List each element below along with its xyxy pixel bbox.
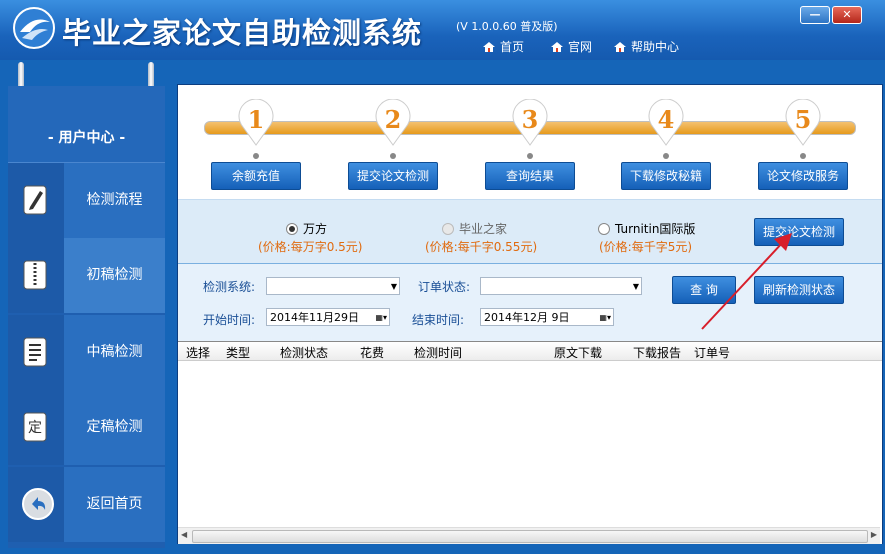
home-icon bbox=[551, 41, 563, 52]
sidebar-item-label: 初稿检测 bbox=[64, 238, 165, 313]
step-dot bbox=[527, 153, 533, 159]
submit-paper-step-button[interactable]: 提交论文检测 bbox=[348, 162, 438, 190]
sidebar-item-label: 定稿检测 bbox=[64, 390, 165, 465]
system-filter-label: 检测系统: bbox=[203, 280, 256, 294]
pencil-doc-icon bbox=[23, 185, 47, 215]
step-number: 5 bbox=[794, 105, 812, 134]
radio-turnitin[interactable]: Turnitin国际版 bbox=[598, 220, 695, 237]
text-doc-icon bbox=[23, 337, 47, 367]
radio-label: 万方 bbox=[303, 222, 328, 236]
chevron-down-icon: ▼ bbox=[390, 282, 397, 291]
order-status-select[interactable]: ▼ bbox=[480, 277, 642, 295]
home-icon bbox=[614, 41, 626, 52]
title-bar: 毕业之家论文自助检测系统 (V 1.0.0.60 普及版) 首页 官网 帮助中心… bbox=[0, 0, 885, 60]
back-arrow-icon bbox=[22, 488, 54, 520]
step-dot bbox=[663, 153, 669, 159]
system-select[interactable]: ▼ bbox=[266, 277, 400, 295]
revision-service-button[interactable]: 论文修改服务 bbox=[758, 162, 848, 190]
scrollbar-thumb[interactable] bbox=[192, 530, 868, 543]
radio-button[interactable] bbox=[598, 222, 610, 235]
column-header[interactable]: 检测状态 bbox=[280, 344, 328, 361]
column-header[interactable]: 选择 bbox=[186, 344, 210, 361]
price-text: (价格:每千字5元) bbox=[599, 240, 693, 254]
sidebar-title: - 用户中心 - bbox=[8, 86, 165, 163]
chevron-down-icon: ▼ bbox=[632, 282, 639, 291]
step-number: 4 bbox=[657, 105, 675, 134]
zipper-doc-icon bbox=[23, 260, 47, 290]
step-marker-4: 4 bbox=[645, 98, 687, 147]
query-results-button[interactable]: 查询结果 bbox=[485, 162, 575, 190]
step-dot bbox=[253, 153, 259, 159]
download-tips-button[interactable]: 下载修改秘籍 bbox=[621, 162, 711, 190]
sidebar-item-process[interactable]: 检测流程 bbox=[8, 163, 165, 238]
calendar-icon: ▦▾ bbox=[599, 313, 611, 322]
start-date-picker[interactable]: 2014年11月29日 ▦▾ bbox=[266, 308, 390, 326]
column-header[interactable]: 原文下载 bbox=[554, 344, 602, 361]
step-dot bbox=[800, 153, 806, 159]
nav-official-label: 官网 bbox=[568, 40, 593, 54]
step-marker-5: 5 bbox=[782, 98, 824, 147]
price-text: (价格:每千字0.55元) bbox=[425, 240, 538, 254]
radio-button[interactable] bbox=[286, 222, 298, 235]
order-status-label: 订单状态: bbox=[418, 280, 471, 294]
main-panel: 1 2 3 4 5 余额充值 提交论文检测 查询结果 下载修改秘籍 论文修改服务 bbox=[177, 84, 883, 544]
svg-text:定: 定 bbox=[28, 420, 42, 436]
calendar-icon: ▦▾ bbox=[375, 313, 387, 322]
step-number: 2 bbox=[384, 105, 402, 134]
step-dot bbox=[390, 153, 396, 159]
home-icon bbox=[483, 41, 495, 52]
radio-label: Turnitin国际版 bbox=[615, 222, 696, 236]
scroll-left-icon[interactable]: ◀ bbox=[181, 530, 187, 539]
nav-help-link[interactable]: 帮助中心 bbox=[613, 38, 679, 55]
annotation-arrow-icon bbox=[701, 233, 792, 330]
step-marker-3: 3 bbox=[509, 98, 551, 147]
minimize-button[interactable]: — bbox=[800, 6, 830, 24]
step-number: 1 bbox=[247, 105, 265, 134]
horizontal-scrollbar[interactable]: ◀ ▶ bbox=[178, 527, 880, 544]
scroll-right-icon[interactable]: ▶ bbox=[871, 530, 877, 539]
final-doc-icon: 定 bbox=[23, 412, 47, 442]
step-marker-1: 1 bbox=[235, 98, 277, 147]
price-text: (价格:每万字0.5元) bbox=[258, 240, 363, 254]
nav-help-label: 帮助中心 bbox=[631, 40, 680, 54]
app-logo-icon bbox=[13, 7, 55, 49]
steps-area: 1 2 3 4 5 余额充值 提交论文检测 查询结果 下载修改秘籍 论文修改服务 bbox=[178, 85, 882, 197]
sidebar-item-label: 检测流程 bbox=[64, 163, 165, 238]
table-header: 选择 类型 检测状态 花费 检测时间 原文下载 下载报告 订单号 bbox=[178, 342, 882, 361]
close-button[interactable]: ✕ bbox=[832, 6, 862, 24]
column-header[interactable]: 花费 bbox=[360, 344, 384, 361]
start-time-label: 开始时间: bbox=[203, 313, 256, 327]
sidebar-item-label: 返回首页 bbox=[64, 467, 165, 542]
sidebar-item-final[interactable]: 定 定稿检测 bbox=[8, 390, 165, 465]
end-time-label: 结束时间: bbox=[412, 313, 465, 327]
sidebar-item-label: 中稿检测 bbox=[64, 315, 165, 390]
nav-official-link[interactable]: 官网 bbox=[550, 38, 592, 55]
radio-label: 毕业之家 bbox=[459, 222, 508, 236]
nav-home-label: 首页 bbox=[500, 40, 525, 54]
app-title: 毕业之家论文自助检测系统 bbox=[62, 16, 423, 50]
sidebar-item-midterm[interactable]: 中稿检测 bbox=[8, 315, 165, 390]
sidebar: - 用户中心 - 检测流程 初稿检测 中稿检测 定 定稿检测 返回首页 bbox=[8, 86, 165, 548]
end-date-picker[interactable]: 2014年12月 9日 ▦▾ bbox=[480, 308, 614, 326]
recharge-button[interactable]: 余额充值 bbox=[211, 162, 301, 190]
radio-wanfang[interactable]: 万方 bbox=[286, 220, 327, 237]
column-header[interactable]: 类型 bbox=[226, 344, 250, 361]
nav-home-link[interactable]: 首页 bbox=[482, 38, 524, 55]
step-marker-2: 2 bbox=[372, 98, 414, 147]
radio-button bbox=[442, 222, 454, 235]
orders-table: 选择 类型 检测状态 花费 检测时间 原文下载 下载报告 订单号 ◀ ▶ bbox=[178, 341, 882, 544]
sidebar-item-back-home[interactable]: 返回首页 bbox=[8, 467, 165, 542]
sidebar-item-draft[interactable]: 初稿检测 bbox=[8, 238, 165, 313]
step-number: 3 bbox=[521, 105, 539, 134]
column-header[interactable]: 检测时间 bbox=[414, 344, 462, 361]
radio-biyezhijia: 毕业之家 bbox=[442, 220, 507, 237]
app-version: (V 1.0.0.60 普及版) bbox=[456, 20, 558, 33]
column-header[interactable]: 下载报告 bbox=[633, 344, 681, 361]
column-header[interactable]: 订单号 bbox=[694, 344, 730, 361]
